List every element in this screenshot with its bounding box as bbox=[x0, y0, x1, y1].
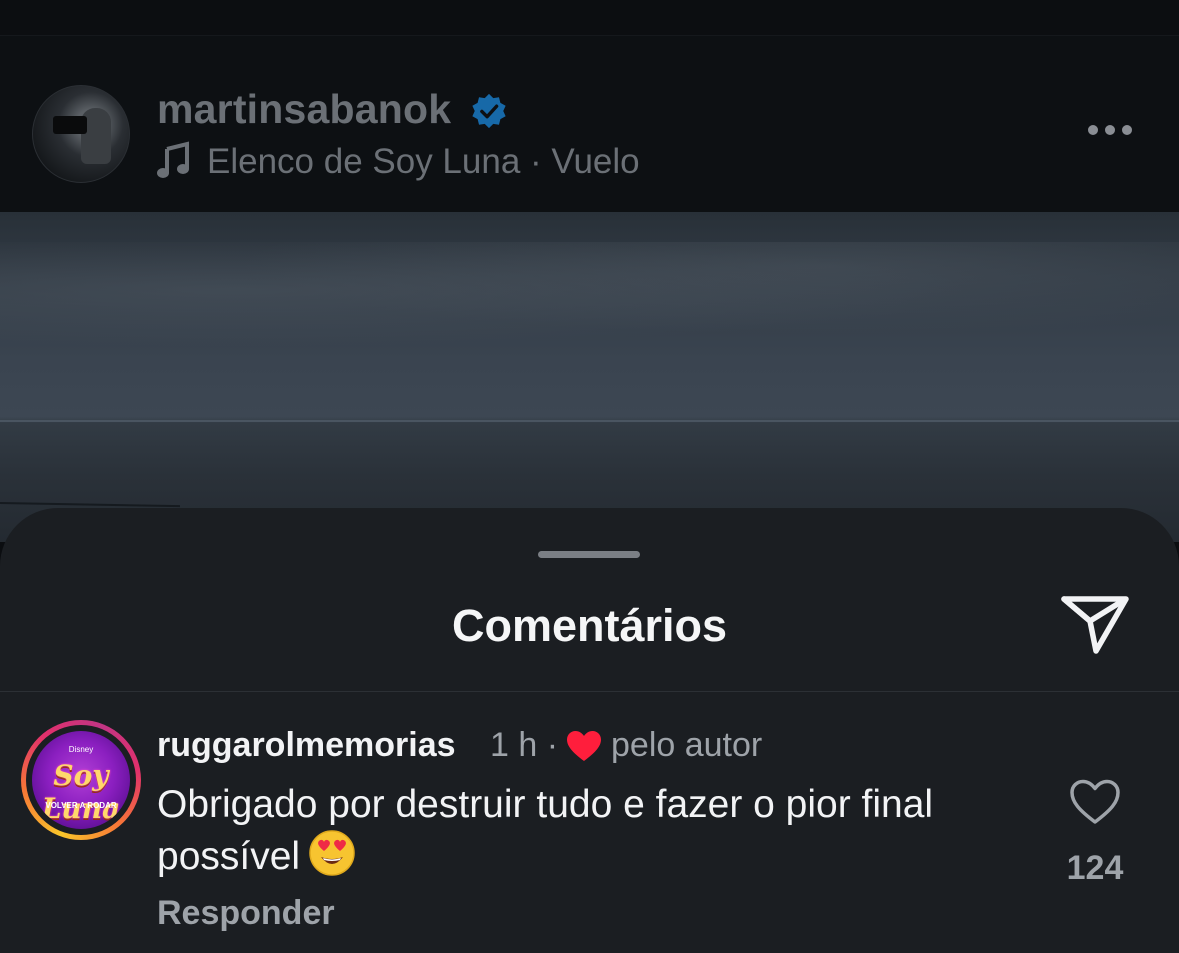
post-media[interactable] bbox=[0, 212, 1179, 542]
send-paper-plane-icon[interactable] bbox=[1058, 591, 1132, 657]
status-area bbox=[0, 0, 1179, 36]
sheet-divider bbox=[0, 691, 1179, 692]
soy-luna-logo: Disney Soy Luna VOLVER A RODAR bbox=[32, 731, 130, 829]
comment-username[interactable]: ruggarolmemorias bbox=[157, 726, 456, 765]
like-heart-icon[interactable] bbox=[1069, 778, 1121, 826]
comment-timestamp: 1 h · bbox=[490, 726, 559, 764]
logo-disney-text: Disney bbox=[68, 745, 94, 754]
like-count: 124 bbox=[1066, 849, 1124, 887]
photo-wire bbox=[0, 502, 180, 508]
comment-author-avatar[interactable]: Disney Soy Luna VOLVER A RODAR bbox=[21, 720, 141, 840]
reply-button[interactable]: Responder bbox=[157, 894, 335, 933]
liked-by-author-heart-icon bbox=[567, 731, 601, 761]
heart-eyes-emoji-icon bbox=[309, 830, 355, 876]
post-author-avatar[interactable] bbox=[32, 85, 130, 183]
logo-subtitle-text: VOLVER A RODAR bbox=[45, 801, 117, 810]
liked-by-author-label: pelo autor bbox=[611, 726, 763, 764]
avatar-camera-shape bbox=[53, 116, 87, 134]
more-options-icon[interactable] bbox=[1088, 118, 1138, 142]
music-note-icon bbox=[157, 141, 189, 178]
post-author-username[interactable]: martinsabanok bbox=[157, 86, 451, 133]
logo-soy-luna-text: Soy Luna bbox=[41, 759, 121, 825]
dot bbox=[1105, 125, 1115, 135]
photo-clouds bbox=[0, 242, 1179, 362]
comment-body: Obrigado por destruir tudo e fazer o pio… bbox=[157, 783, 934, 878]
dot bbox=[1122, 125, 1132, 135]
post-music-info[interactable]: Elenco de Soy Luna · Vuelo bbox=[207, 142, 640, 182]
comments-title: Comentários bbox=[451, 600, 728, 651]
sheet-drag-handle[interactable] bbox=[538, 551, 640, 558]
dot bbox=[1088, 125, 1098, 135]
verified-badge-icon bbox=[472, 93, 506, 129]
photo-horizon bbox=[0, 420, 1179, 422]
comment-text: Obrigado por destruir tudo e fazer o pio… bbox=[157, 780, 977, 881]
